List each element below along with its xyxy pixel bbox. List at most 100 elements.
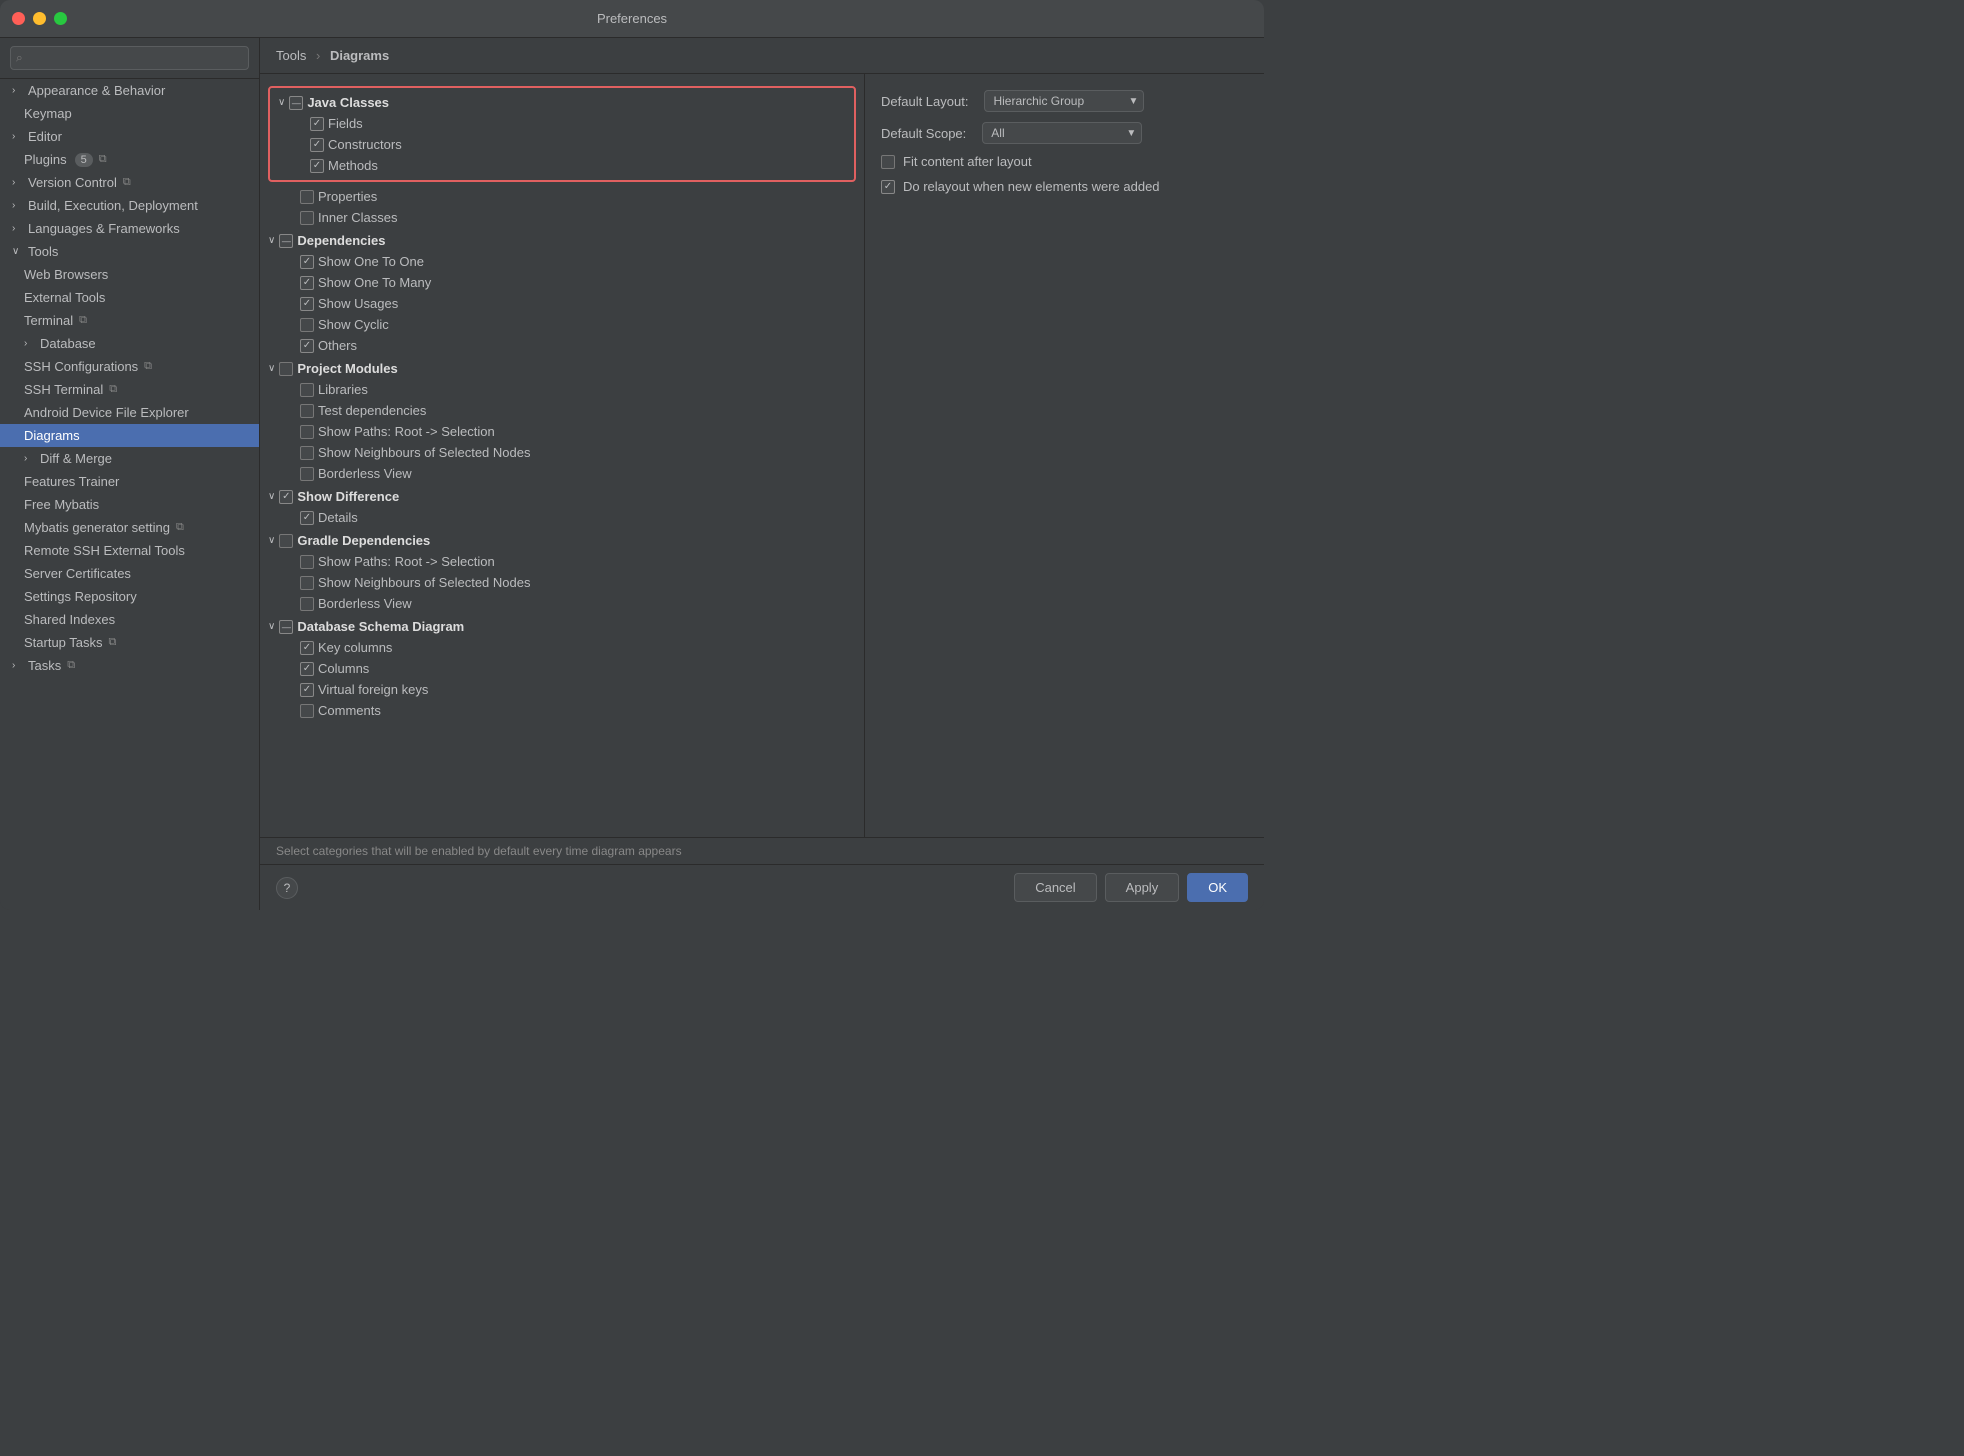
test-dependencies-checkbox[interactable]: [300, 404, 314, 418]
properties-row[interactable]: Properties: [260, 186, 864, 207]
details-checkbox[interactable]: [300, 511, 314, 525]
fields-row[interactable]: Fields: [270, 113, 854, 134]
gradle-dependencies-row[interactable]: ∨ Gradle Dependencies: [260, 530, 864, 551]
sidebar-item-diff-merge[interactable]: › Diff & Merge: [0, 447, 259, 470]
gradle-show-paths-row[interactable]: Show Paths: Root -> Selection: [260, 551, 864, 572]
properties-checkbox[interactable]: [300, 190, 314, 204]
cancel-button[interactable]: Cancel: [1014, 873, 1096, 902]
key-columns-row[interactable]: Key columns: [260, 637, 864, 658]
sidebar-item-web-browsers[interactable]: Web Browsers: [0, 263, 259, 286]
default-scope-wrapper: All Project Module ▼: [982, 122, 1142, 144]
sidebar-item-settings-repository[interactable]: Settings Repository: [0, 585, 259, 608]
methods-row[interactable]: Methods: [270, 155, 854, 176]
sidebar-item-tasks[interactable]: › Tasks ⧉: [0, 654, 259, 677]
inner-classes-checkbox[interactable]: [300, 211, 314, 225]
show-one-to-many-row[interactable]: Show One To Many: [260, 272, 864, 293]
show-paths-root-selection-row[interactable]: Show Paths: Root -> Selection: [260, 421, 864, 442]
database-schema-checkbox[interactable]: [279, 620, 293, 634]
constructors-row[interactable]: Constructors: [270, 134, 854, 155]
sidebar-item-build[interactable]: › Build, Execution, Deployment: [0, 194, 259, 217]
gradle-show-paths-checkbox[interactable]: [300, 555, 314, 569]
libraries-row[interactable]: Libraries: [260, 379, 864, 400]
sidebar-item-terminal[interactable]: Terminal ⧉: [0, 309, 259, 332]
apply-button[interactable]: Apply: [1105, 873, 1180, 902]
columns-checkbox[interactable]: [300, 662, 314, 676]
columns-row[interactable]: Columns: [260, 658, 864, 679]
sidebar-item-diagrams[interactable]: Diagrams: [0, 424, 259, 447]
comments-checkbox[interactable]: [300, 704, 314, 718]
search-input[interactable]: [10, 46, 249, 70]
dependencies-row[interactable]: ∨ Dependencies: [260, 230, 864, 251]
java-classes-row[interactable]: ∨ Java Classes: [270, 92, 854, 113]
sidebar-item-server-certificates[interactable]: Server Certificates: [0, 562, 259, 585]
inner-classes-row[interactable]: Inner Classes: [260, 207, 864, 228]
show-neighbours-checkbox[interactable]: [300, 446, 314, 460]
sidebar-item-database[interactable]: › Database: [0, 332, 259, 355]
sidebar-item-startup-tasks[interactable]: Startup Tasks ⧉: [0, 631, 259, 654]
details-row[interactable]: Details: [260, 507, 864, 528]
java-classes-checkbox[interactable]: [289, 96, 303, 110]
sidebar-item-version-control[interactable]: › Version Control ⧉: [0, 171, 259, 194]
show-cyclic-checkbox[interactable]: [300, 318, 314, 332]
project-modules-row[interactable]: ∨ Project Modules: [260, 358, 864, 379]
gradle-show-neighbours-row[interactable]: Show Neighbours of Selected Nodes: [260, 572, 864, 593]
default-layout-select[interactable]: Hierarchic Group Circular Organic Orthog…: [984, 90, 1144, 112]
sidebar-item-appearance[interactable]: › Appearance & Behavior: [0, 79, 259, 102]
sidebar-item-remote-ssh[interactable]: Remote SSH External Tools: [0, 539, 259, 562]
sidebar-item-languages[interactable]: › Languages & Frameworks: [0, 217, 259, 240]
footer-bar: Select categories that will be enabled b…: [260, 837, 1264, 864]
gradle-borderless-row[interactable]: Borderless View: [260, 593, 864, 614]
show-usages-checkbox[interactable]: [300, 297, 314, 311]
test-dependencies-row[interactable]: Test dependencies: [260, 400, 864, 421]
show-cyclic-row[interactable]: Show Cyclic: [260, 314, 864, 335]
show-difference-row[interactable]: ∨ Show Difference: [260, 486, 864, 507]
sidebar-item-external-tools[interactable]: External Tools: [0, 286, 259, 309]
gradle-borderless-checkbox[interactable]: [300, 597, 314, 611]
sidebar-item-shared-indexes[interactable]: Shared Indexes: [0, 608, 259, 631]
project-modules-checkbox[interactable]: [279, 362, 293, 376]
borderless-view-row[interactable]: Borderless View: [260, 463, 864, 484]
fit-content-checkbox[interactable]: [881, 155, 895, 169]
help-button[interactable]: ?: [276, 877, 298, 899]
show-one-to-one-row[interactable]: Show One To One: [260, 251, 864, 272]
methods-checkbox[interactable]: [310, 159, 324, 173]
maximize-button[interactable]: [54, 12, 67, 25]
show-neighbours-selected-nodes-row[interactable]: Show Neighbours of Selected Nodes: [260, 442, 864, 463]
ok-button[interactable]: OK: [1187, 873, 1248, 902]
fields-checkbox[interactable]: [310, 117, 324, 131]
constructors-checkbox[interactable]: [310, 138, 324, 152]
show-paths-root-selection-checkbox[interactable]: [300, 425, 314, 439]
show-difference-checkbox[interactable]: [279, 490, 293, 504]
sidebar-item-editor[interactable]: › Editor: [0, 125, 259, 148]
chevron-icon: ›: [24, 338, 36, 349]
virtual-foreign-keys-checkbox[interactable]: [300, 683, 314, 697]
sidebar-item-ssh-configurations[interactable]: SSH Configurations ⧉: [0, 355, 259, 378]
sidebar-item-features-trainer[interactable]: Features Trainer: [0, 470, 259, 493]
others-row[interactable]: Others: [260, 335, 864, 356]
others-checkbox[interactable]: [300, 339, 314, 353]
sidebar-item-free-mybatis[interactable]: Free Mybatis: [0, 493, 259, 516]
do-relayout-checkbox[interactable]: [881, 180, 895, 194]
close-button[interactable]: [12, 12, 25, 25]
dependencies-checkbox[interactable]: [279, 234, 293, 248]
key-columns-checkbox[interactable]: [300, 641, 314, 655]
show-usages-row[interactable]: Show Usages: [260, 293, 864, 314]
show-one-to-many-checkbox[interactable]: [300, 276, 314, 290]
sidebar-item-ssh-terminal[interactable]: SSH Terminal ⧉: [0, 378, 259, 401]
minimize-button[interactable]: [33, 12, 46, 25]
sidebar-item-plugins[interactable]: Plugins 5 ⧉: [0, 148, 259, 171]
database-schema-row[interactable]: ∨ Database Schema Diagram: [260, 616, 864, 637]
libraries-checkbox[interactable]: [300, 383, 314, 397]
sidebar-item-keymap[interactable]: Keymap: [0, 102, 259, 125]
gradle-dependencies-checkbox[interactable]: [279, 534, 293, 548]
sidebar-item-android-device[interactable]: Android Device File Explorer: [0, 401, 259, 424]
show-one-to-one-checkbox[interactable]: [300, 255, 314, 269]
comments-row[interactable]: Comments: [260, 700, 864, 721]
sidebar-item-mybatis-generator[interactable]: Mybatis generator setting ⧉: [0, 516, 259, 539]
right-options: Default Layout: Hierarchic Group Circula…: [864, 74, 1264, 837]
sidebar-item-tools[interactable]: ∨ Tools: [0, 240, 259, 263]
borderless-view-checkbox[interactable]: [300, 467, 314, 481]
gradle-show-neighbours-checkbox[interactable]: [300, 576, 314, 590]
virtual-foreign-keys-row[interactable]: Virtual foreign keys: [260, 679, 864, 700]
default-scope-select[interactable]: All Project Module: [982, 122, 1142, 144]
